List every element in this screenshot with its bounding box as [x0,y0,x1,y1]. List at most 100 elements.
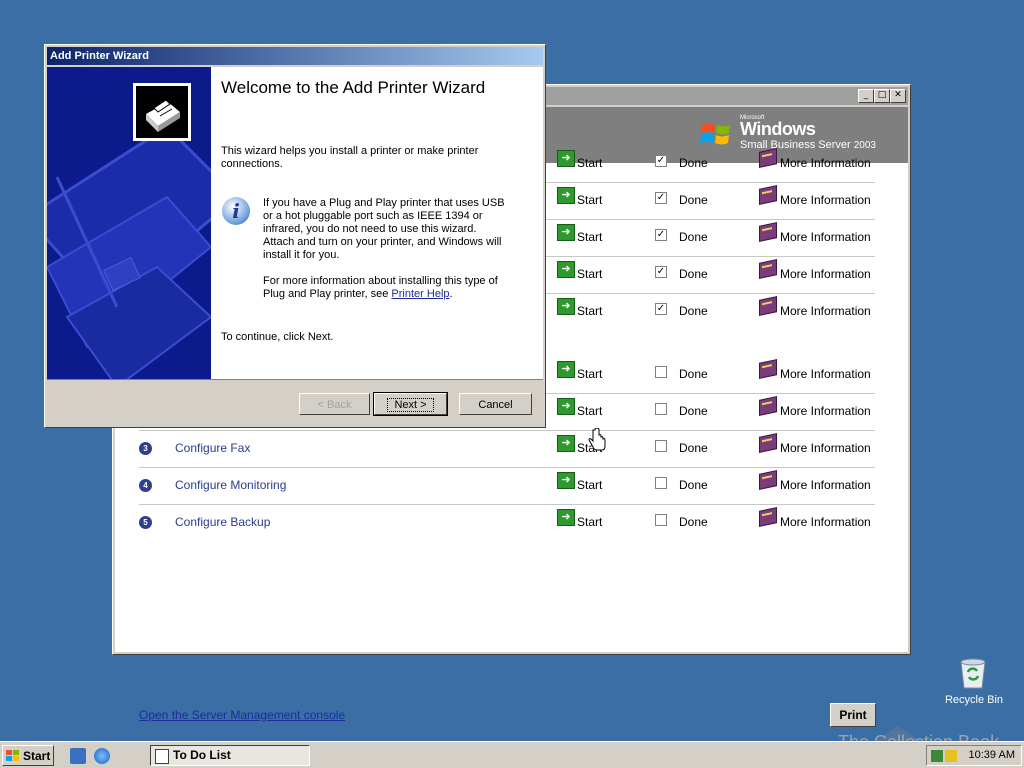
system-tray: 10:39 AM [926,745,1022,766]
show-desktop-icon[interactable] [70,748,86,764]
more-information-link[interactable]: More Information [780,230,871,244]
more-info-prefix: For more information about installing th… [263,275,498,300]
start-arrow-icon[interactable]: ➜ [557,472,575,489]
more-info-text: For more information about installing th… [263,275,508,301]
start-arrow-icon[interactable]: ➜ [557,398,575,415]
start-link[interactable]: Start [577,367,602,381]
start-arrow-icon[interactable]: ➜ [557,298,575,315]
start-arrow-icon[interactable]: ➜ [557,509,575,526]
done-label: Done [679,515,708,529]
start-arrow-icon[interactable]: ➜ [557,261,575,278]
more-information-link[interactable]: More Information [780,304,871,318]
done-label: Done [679,304,708,318]
done-label: Done [679,404,708,418]
start-arrow-icon[interactable]: ➜ [557,435,575,452]
cancel-button[interactable]: Cancel [459,393,532,415]
task-number: 5 [139,516,152,529]
book-icon[interactable] [759,507,777,527]
book-icon[interactable] [759,470,777,490]
start-link[interactable]: Start [577,193,602,207]
wizard-titlebar[interactable]: Add Printer Wizard [47,47,543,65]
start-label: Start [23,749,51,763]
start-link[interactable]: Start [577,267,602,281]
done-label: Done [679,230,708,244]
printer-icon [133,83,191,141]
wizard-side-banner [47,67,211,379]
done-checkbox[interactable]: ✓ [655,155,667,167]
task-row: 5 Configure Backup ➜ Start Done More Informat… [139,504,875,541]
minimize-button[interactable]: _ [858,89,874,103]
more-information-link[interactable]: More Information [780,478,871,492]
wizard-heading: Welcome to the Add Printer Wizard [221,78,486,97]
book-icon[interactable] [759,148,777,168]
done-label: Done [679,441,708,455]
book-icon[interactable] [759,185,777,205]
printer-help-link[interactable]: Printer Help [391,288,449,300]
maximize-button[interactable]: □ [874,89,890,103]
start-arrow-icon[interactable]: ➜ [557,361,575,378]
start-button[interactable]: Start [2,745,54,766]
book-icon[interactable] [759,359,777,379]
more-information-link[interactable]: More Information [780,441,871,455]
clock[interactable]: 10:39 AM [969,749,1015,761]
done-checkbox[interactable]: ✓ [655,229,667,241]
windows-flag-icon [6,750,19,761]
recycle-bin-label[interactable]: Recycle Bin [940,694,1008,706]
done-checkbox[interactable]: ✓ [655,266,667,278]
done-checkbox[interactable] [655,366,667,378]
task-name[interactable]: Configure Monitoring [175,478,286,492]
done-checkbox[interactable] [655,440,667,452]
start-link[interactable]: Start [577,304,602,318]
book-icon[interactable] [759,222,777,242]
recycle-bin-icon[interactable] [958,656,988,690]
taskbar: Start To Do List 10:39 AM [0,741,1024,768]
book-icon[interactable] [759,433,777,453]
done-label: Done [679,267,708,281]
start-arrow-icon[interactable]: ➜ [557,150,575,167]
more-information-link[interactable]: More Information [780,404,871,418]
more-information-link[interactable]: More Information [780,267,871,281]
done-checkbox[interactable]: ✓ [655,192,667,204]
wizard-intro-text: This wizard helps you install a printer … [221,145,479,170]
close-button[interactable]: ✕ [890,89,906,103]
internet-explorer-icon[interactable] [94,748,110,764]
done-checkbox[interactable] [655,403,667,415]
task-number: 4 [139,479,152,492]
taskbar-item-label: To Do List [173,748,231,762]
more-information-link[interactable]: More Information [780,193,871,207]
more-information-link[interactable]: More Information [780,156,871,170]
continue-text: To continue, click Next. [221,331,334,343]
start-link[interactable]: Start [577,478,602,492]
done-checkbox[interactable] [655,477,667,489]
start-arrow-icon[interactable]: ➜ [557,224,575,241]
plug-and-play-text: If you have a Plug and Play printer that… [263,197,505,261]
add-printer-wizard: Add Printer Wizard Welcome to the Add Pr… [44,44,546,428]
wizard-title: Add Printer Wizard [50,50,149,62]
server-management-link[interactable]: Open the Server Management console [139,708,345,722]
task-row: 3 Configure Fax ➜ Start Done More Information [139,430,875,468]
start-link[interactable]: Start [577,230,602,244]
book-icon[interactable] [759,396,777,416]
warning-icon[interactable] [945,750,957,762]
next-button[interactable]: Next > [373,392,448,416]
start-link[interactable]: Start [577,515,602,529]
next-button-label: Next > [387,398,434,412]
start-link[interactable]: Start [577,156,602,170]
wizard-body: Welcome to the Add Printer Wizard This w… [47,67,543,380]
book-icon[interactable] [759,259,777,279]
task-row: 4 Configure Monitoring ➜ Start Done More Info… [139,467,875,505]
start-link[interactable]: Start [577,404,602,418]
network-icon[interactable] [931,750,943,762]
book-icon[interactable] [759,296,777,316]
task-number: 3 [139,442,152,455]
more-information-link[interactable]: More Information [780,367,871,381]
more-information-link[interactable]: More Information [780,515,871,529]
start-arrow-icon[interactable]: ➜ [557,187,575,204]
back-button[interactable]: < Back [299,393,370,415]
done-checkbox[interactable]: ✓ [655,303,667,315]
done-checkbox[interactable] [655,514,667,526]
task-name[interactable]: Configure Fax [175,441,250,455]
task-name[interactable]: Configure Backup [175,515,270,529]
taskbar-item-todo-list[interactable]: To Do List [150,745,310,766]
more-info-suffix: . [449,288,453,300]
